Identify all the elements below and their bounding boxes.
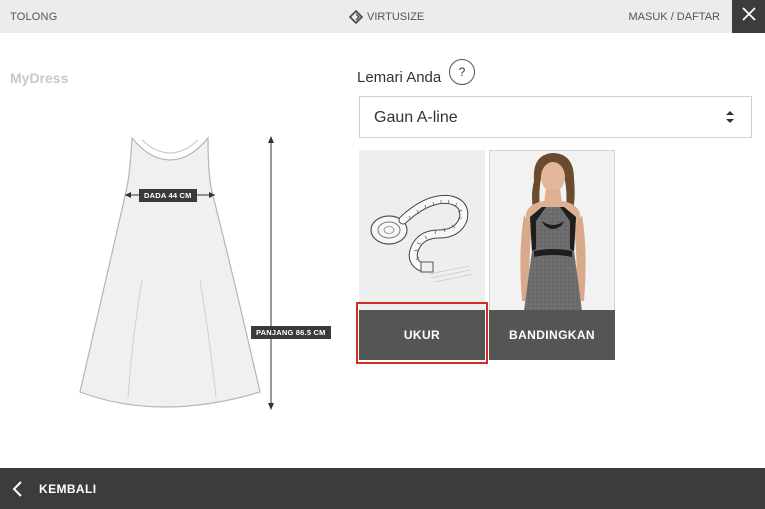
top-bar: TOLONG VIRTUSIZE MASUK / DAFTAR bbox=[0, 0, 765, 33]
dress-illustration: DADA 44 CM PANJANG 86.5 CM bbox=[70, 130, 350, 420]
model-photo bbox=[489, 150, 615, 310]
dress-outline-icon bbox=[79, 136, 274, 410]
virtusize-logo-icon bbox=[349, 10, 363, 24]
bust-measurement-label: DADA 44 CM bbox=[139, 189, 197, 202]
sort-arrows-icon bbox=[725, 110, 735, 129]
garment-title: MyDress bbox=[10, 70, 69, 86]
measure-button[interactable]: UKUR bbox=[359, 310, 485, 360]
back-bar[interactable]: KEMBALI bbox=[0, 468, 765, 509]
model-dress-image bbox=[490, 151, 614, 310]
garment-type-select[interactable]: Gaun A-line bbox=[359, 96, 752, 138]
brand: VIRTUSIZE bbox=[349, 9, 424, 25]
back-button-label: KEMBALI bbox=[39, 482, 97, 496]
wardrobe-help-button[interactable]: ? bbox=[449, 59, 475, 85]
wardrobe-title: Lemari Anda bbox=[357, 69, 442, 86]
close-icon bbox=[741, 7, 756, 26]
chevron-left-icon bbox=[10, 480, 24, 503]
close-button[interactable] bbox=[732, 0, 765, 33]
measuring-tape-image bbox=[359, 150, 485, 310]
compare-button[interactable]: BANDINGKAN bbox=[489, 310, 615, 360]
garment-type-value: Gaun A-line bbox=[374, 109, 458, 126]
help-link[interactable]: TOLONG bbox=[10, 11, 57, 23]
question-mark-icon: ? bbox=[458, 65, 466, 79]
length-measurement-label: PANJANG 86.5 CM bbox=[251, 326, 331, 339]
compare-tile: BANDINGKAN bbox=[489, 150, 615, 360]
brand-name: VIRTUSIZE bbox=[367, 11, 425, 23]
measuring-tape-icon bbox=[370, 194, 474, 283]
measure-tile: UKUR bbox=[359, 150, 485, 360]
login-register-link[interactable]: MASUK / DAFTAR bbox=[629, 11, 720, 23]
